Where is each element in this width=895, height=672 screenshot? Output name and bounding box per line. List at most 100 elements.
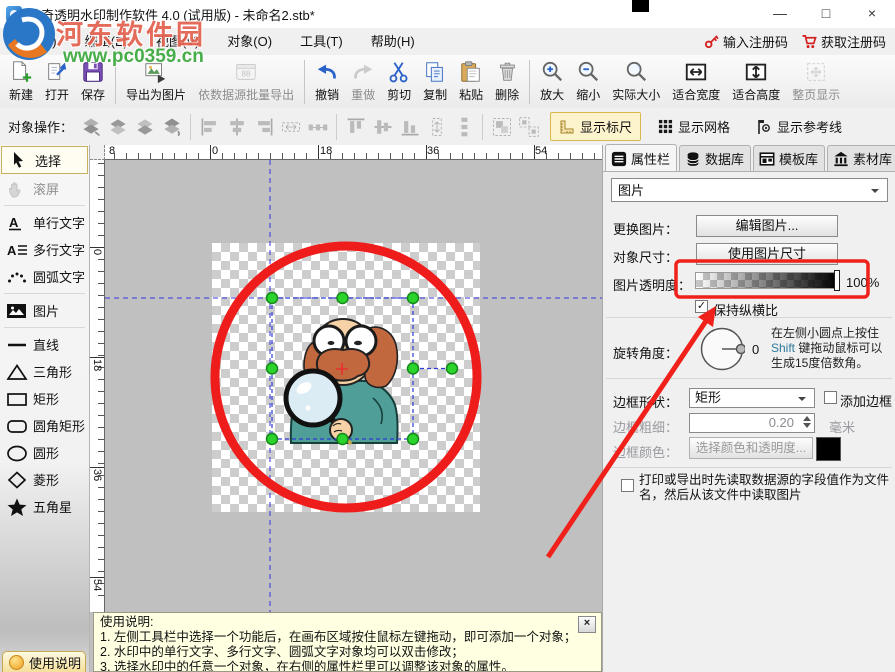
fit-width-button[interactable]: 适合宽度 [666, 57, 726, 107]
usage-note-close-button[interactable]: × [578, 616, 596, 633]
opacity-slider[interactable] [695, 272, 839, 289]
diamond-icon [6, 471, 28, 489]
show-grid-toggle[interactable]: 显示网格 [649, 112, 739, 141]
group-icon [488, 114, 515, 140]
delete-icon [495, 60, 519, 84]
copy-button[interactable]: 复制 [417, 57, 453, 107]
border-width-label: 边框粗细： [613, 417, 678, 436]
ungroup-icon [515, 114, 542, 140]
undo-button[interactable]: 撤销 [309, 57, 345, 107]
tool-diamond[interactable]: 菱形 [0, 466, 89, 493]
tool-rectangle[interactable]: 矩形 [0, 385, 89, 412]
opacity-slider-thumb[interactable] [834, 270, 840, 291]
actual-size-button[interactable]: 实际大小 [606, 57, 666, 107]
rotation-dial-dot[interactable] [737, 345, 746, 354]
tool-circle[interactable]: 圆形 [0, 439, 89, 466]
circle-icon [6, 444, 28, 462]
ruler-label: 0 [212, 145, 218, 157]
rotate-value: 0 [752, 342, 759, 357]
new-icon [9, 60, 33, 84]
tool-select[interactable]: 选择 [1, 146, 88, 174]
tool-arc-text[interactable]: 圆弧文字 [0, 263, 89, 290]
save-button[interactable]: 保存 [75, 57, 111, 107]
show-guides-toggle[interactable]: 显示参考线 [747, 112, 851, 141]
border-shape-label: 边框形状： [613, 392, 678, 411]
rotation-dial[interactable] [699, 326, 745, 372]
bring-forward-icon[interactable] [104, 114, 131, 140]
usage-note-line: 3. 选择水印中的任意一个对象，在右侧的属性栏里可以调整该对象的属性。 [100, 660, 595, 672]
border-color-button[interactable]: 选择颜色和透明度... [689, 437, 813, 459]
datasource-checkbox[interactable] [621, 479, 634, 492]
menu-view[interactable]: 视图(V) [142, 29, 213, 55]
ruler-icon [559, 119, 575, 135]
cartoon-image[interactable] [286, 319, 398, 444]
new-button[interactable]: 新建 [3, 57, 39, 107]
maximize-button[interactable]: □ [803, 0, 849, 28]
redo-icon [351, 60, 375, 84]
cut-button[interactable]: 剪切 [381, 57, 417, 107]
fit-height-button[interactable]: 适合高度 [726, 57, 786, 107]
chevron-down-icon [798, 397, 806, 405]
handle-top-left [267, 293, 278, 304]
minimize-button[interactable]: — [757, 0, 803, 28]
tab-templates[interactable]: 模板库 [753, 145, 825, 171]
export-image-button[interactable]: 导出为图片 [120, 57, 192, 107]
replace-image-label: 更换图片： [613, 219, 678, 238]
object-type-dropdown[interactable]: 图片 [611, 178, 888, 202]
tool-star[interactable]: 五角星 [0, 493, 89, 520]
border-color-swatch [816, 437, 841, 461]
tool-line[interactable]: 直线 [0, 331, 89, 358]
tab-materials[interactable]: 素材库 [827, 145, 895, 171]
tool-image[interactable]: 图片 [0, 297, 89, 324]
keep-aspect-checkbox[interactable]: ✓ [695, 300, 708, 313]
handle-mid-left [267, 363, 278, 374]
usage-note-box: 使用说明: 1. 左侧工具栏中选择一个功能后，在画布区域按住鼠标左键拖动，即可添… [93, 612, 602, 672]
tab-properties[interactable]: 属性栏 [605, 144, 677, 171]
same-width-icon [277, 114, 304, 140]
tool-separator [4, 205, 85, 206]
add-border-checkbox[interactable] [824, 391, 837, 404]
single-text-icon: A [6, 214, 28, 232]
paste-icon [459, 60, 483, 84]
zoom-in-button[interactable]: 放大 [534, 57, 570, 107]
enter-register-code[interactable]: 输入注册码 [699, 32, 793, 51]
undo-icon [315, 60, 339, 84]
tab-database[interactable]: 数据库 [679, 145, 751, 171]
use-image-size-button[interactable]: 使用图片尺寸 [696, 243, 838, 265]
svg-text:A: A [9, 215, 19, 230]
border-shape-dropdown[interactable]: 矩形 [689, 388, 815, 408]
batch-export-button: 88 依数据源批量导出 [192, 57, 300, 107]
key-icon [704, 34, 719, 49]
get-register-code[interactable]: 获取注册码 [796, 32, 891, 51]
menu-file[interactable]: 文件(F) [0, 29, 71, 55]
ruler-label: 36 [91, 469, 103, 481]
tool-triangle[interactable]: 三角形 [0, 358, 89, 385]
tool-single-line-text[interactable]: A 单行文字 [0, 209, 89, 236]
border-width-input[interactable]: 0.20 [689, 413, 815, 433]
menu-object[interactable]: 对象(O) [213, 29, 286, 55]
tool-rounded-rectangle[interactable]: 圆角矩形 [0, 412, 89, 439]
menu-help[interactable]: 帮助(H) [357, 29, 429, 55]
show-ruler-toggle[interactable]: 显示标尺 [550, 112, 641, 141]
bring-to-front-icon[interactable] [77, 114, 104, 140]
save-icon [81, 60, 105, 84]
zoom-out-button[interactable]: 缩小 [570, 57, 606, 107]
close-button[interactable]: × [849, 0, 895, 28]
canvas-artwork [105, 160, 602, 612]
tool-multi-line-text[interactable]: A 多行文字 [0, 236, 89, 263]
svg-text:88: 88 [241, 69, 251, 79]
database-icon [685, 151, 701, 167]
menu-edit[interactable]: 编辑(E) [71, 29, 142, 55]
menu-tools[interactable]: 工具(T) [286, 29, 357, 55]
paste-button[interactable]: 粘贴 [453, 57, 489, 107]
help-tab[interactable]: 使用说明 [2, 651, 86, 672]
open-button[interactable]: 打开 [39, 57, 75, 107]
send-to-back-icon[interactable] [158, 114, 185, 140]
edit-image-button[interactable]: 编辑图片... [696, 215, 838, 237]
spinner-arrows[interactable] [801, 416, 812, 428]
get-register-label: 获取注册码 [821, 32, 886, 51]
add-border-label: 添加边框 [840, 391, 892, 410]
delete-button[interactable]: 删除 [489, 57, 525, 107]
canvas[interactable] [105, 160, 602, 612]
send-backward-icon[interactable] [131, 114, 158, 140]
